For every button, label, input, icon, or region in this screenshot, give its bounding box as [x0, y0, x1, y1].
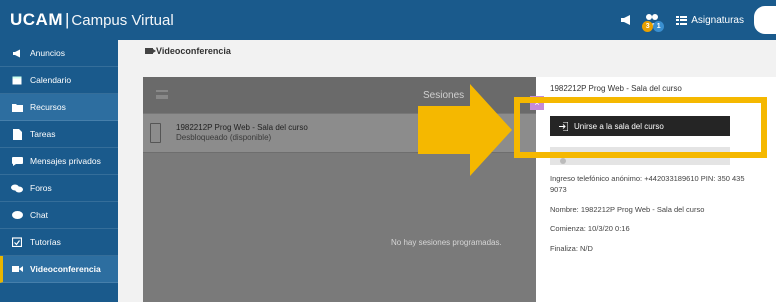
sidebar-item-label: Videoconferencia [30, 264, 101, 274]
sidebar-item-foros[interactable]: Foros [0, 175, 118, 202]
sidebar-item-label: Recursos [30, 102, 66, 112]
session-detail-title: 1982212P Prog Web - Sala del curso [550, 84, 682, 93]
sidebar-item-calendario[interactable]: Calendario [0, 67, 118, 94]
document-icon [150, 123, 161, 143]
session-title: 1982212P Prog Web - Sala del curso [176, 123, 308, 132]
sidebar: Anuncios Calendario Recursos Tareas Mens… [0, 40, 118, 302]
session-status: Desbloqueado (disponible) [176, 133, 272, 142]
session-name-info: Nombre: 1982212P Prog Web - Sala del cur… [550, 205, 705, 214]
sidebar-item-label: Chat [30, 210, 48, 220]
sidebar-item-videoconferencia[interactable]: Videoconferencia [0, 256, 118, 283]
empty-sessions-message: No hay sesiones programadas. [391, 238, 502, 247]
sidebar-item-tareas[interactable]: Tareas [0, 121, 118, 148]
calendar-check-icon [11, 236, 23, 248]
sidebar-item-label: Mensajes privados [30, 156, 101, 166]
sidebar-item-label: Anuncios [30, 48, 65, 58]
sidebar-item-label: Foros [30, 183, 52, 193]
video-camera-icon [11, 263, 23, 275]
sidebar-item-anuncios[interactable]: Anuncios [0, 40, 118, 67]
brand-separator: | [65, 10, 70, 29]
brand-name: UCAM [10, 10, 63, 29]
speech-bubble-icon [11, 209, 23, 221]
sidebar-item-label: Tutorías [30, 237, 61, 247]
forum-icon [11, 182, 23, 194]
top-bar: UCAM | Campus Virtual 3 1 Asignaturas [0, 0, 776, 40]
brand-logo[interactable]: UCAM | Campus Virtual [10, 10, 174, 30]
notifications-icon[interactable]: 3 1 [642, 11, 665, 32]
video-camera-icon [145, 48, 156, 54]
notification-badge: 1 [653, 21, 665, 32]
calendar-icon [11, 74, 23, 86]
megaphone-icon [11, 47, 23, 59]
sidebar-item-label: Tareas [30, 129, 56, 139]
notification-badge: 3 [642, 21, 654, 32]
document-icon [11, 128, 23, 140]
session-end-info: Finaliza: N/D [550, 244, 593, 253]
sidebar-item-mensajes-privados[interactable]: Mensajes privados [0, 148, 118, 175]
megaphone-icon[interactable] [620, 11, 638, 29]
avatar[interactable] [754, 6, 776, 34]
folder-icon [11, 101, 23, 113]
brand-subtitle: Campus Virtual [71, 12, 174, 29]
sidebar-item-chat[interactable]: Chat [0, 202, 118, 229]
highlight-box [514, 97, 767, 158]
grid-icon [676, 15, 688, 25]
sidebar-item-recursos[interactable]: Recursos [0, 94, 118, 121]
subjects-label: Asignaturas [691, 14, 744, 26]
phone-info: Ingreso telefónico anónimo: +44203318961… [550, 174, 745, 194]
session-start-info: Comienza: 10/3/20 0:16 [550, 224, 630, 233]
top-right-controls: 3 1 Asignaturas [620, 0, 776, 40]
chat-icon [11, 155, 23, 167]
subjects-menu[interactable]: Asignaturas [676, 15, 744, 26]
sidebar-item-label: Calendario [30, 75, 72, 85]
page-title: Videoconferencia [145, 46, 231, 56]
menu-icon[interactable] [156, 90, 168, 99]
page-title-text: Videoconferencia [156, 46, 231, 56]
highlight-arrow-icon [444, 102, 514, 142]
sidebar-item-tutorias[interactable]: Tutorías [0, 229, 118, 256]
